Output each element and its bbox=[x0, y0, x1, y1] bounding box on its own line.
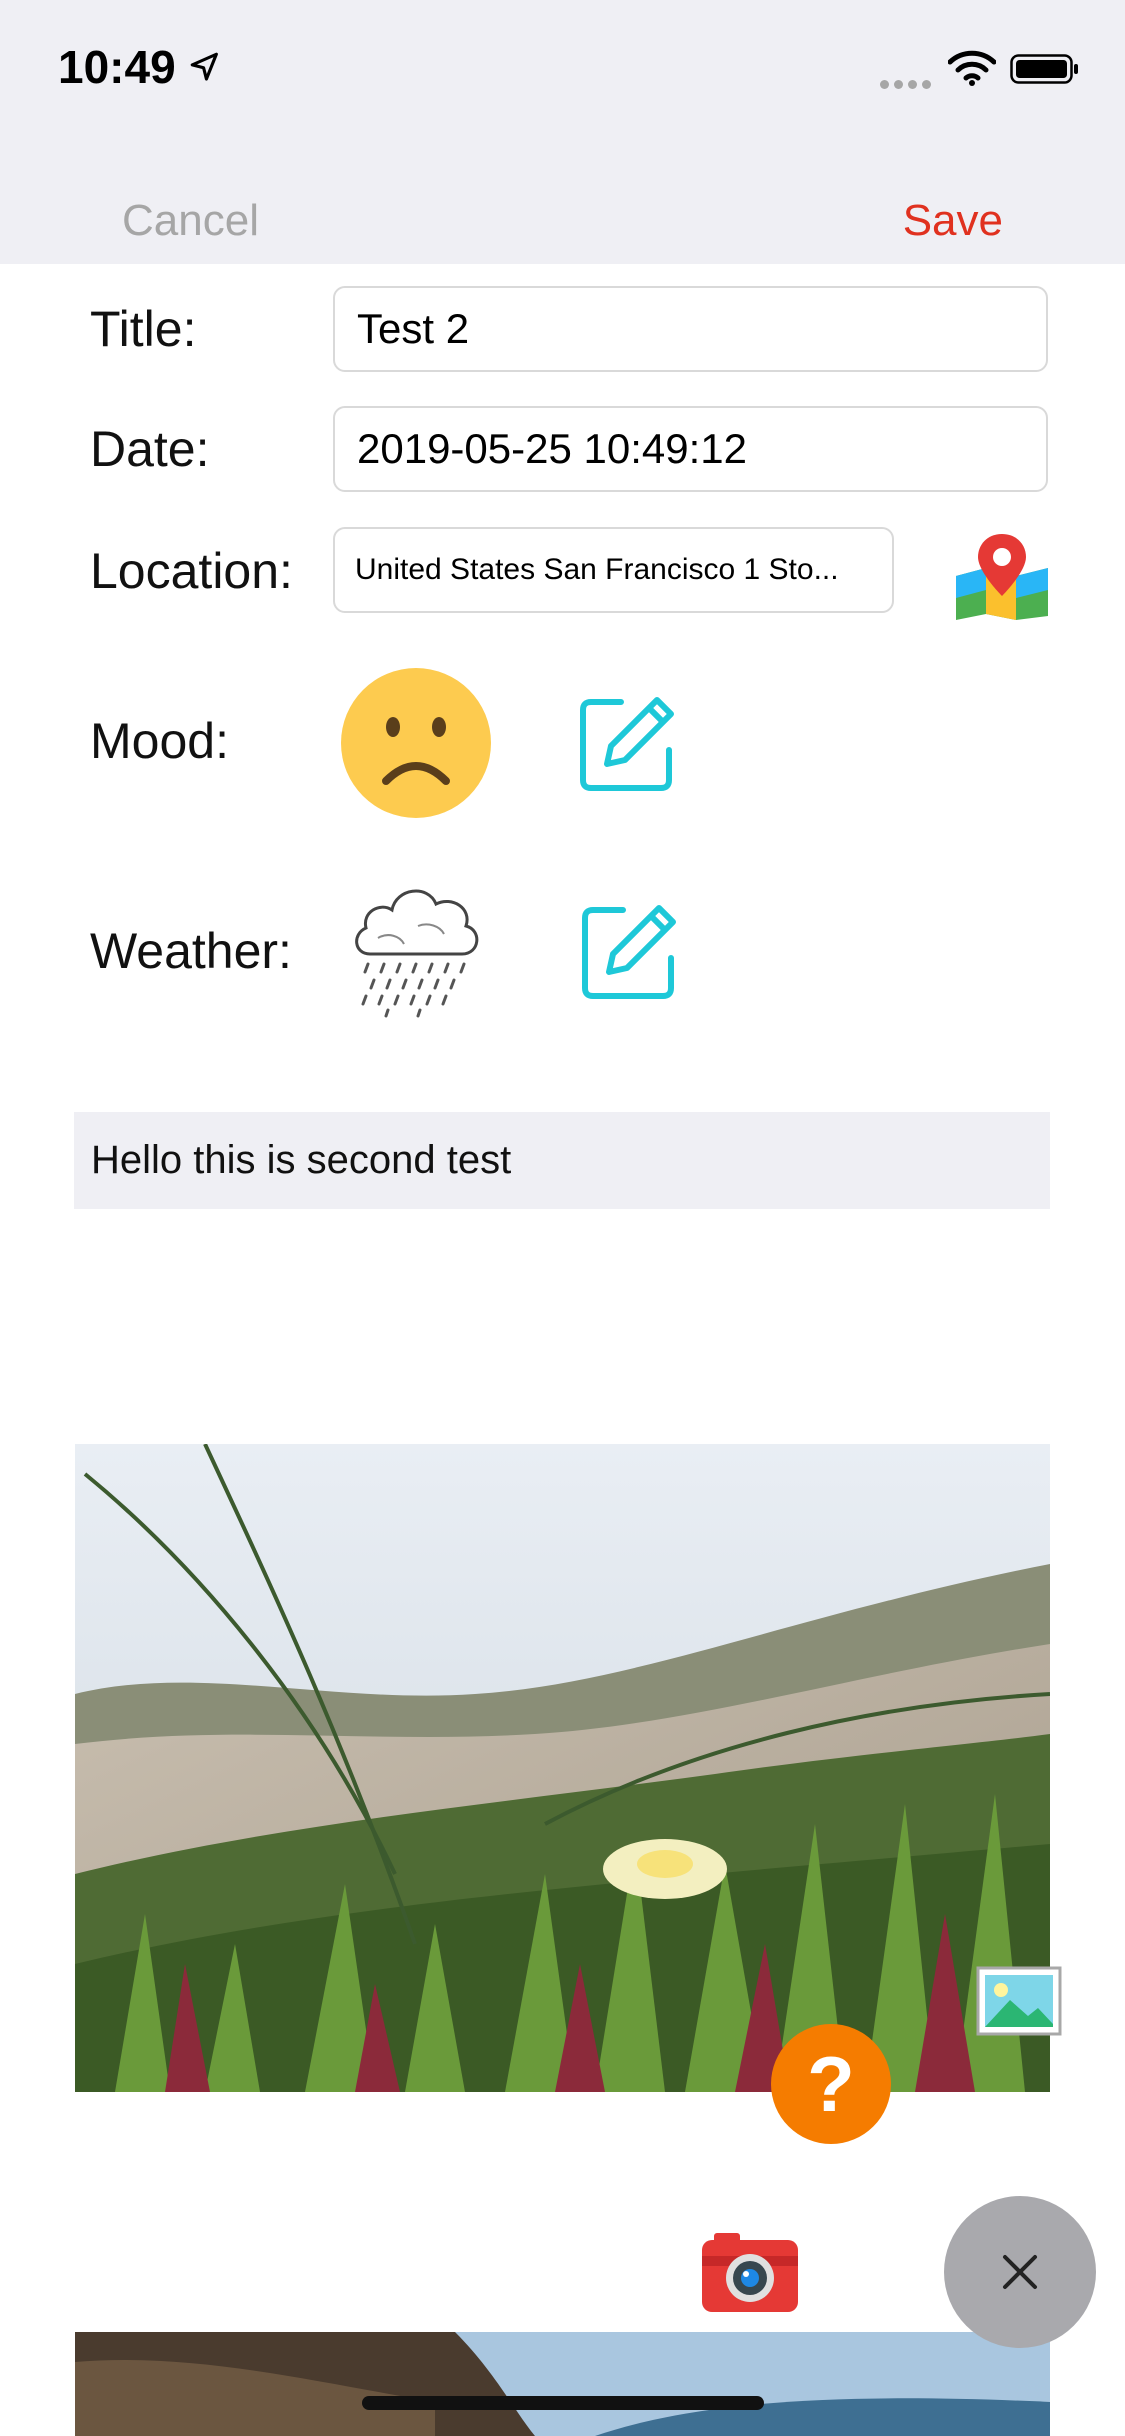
date-label: Date: bbox=[90, 421, 210, 477]
camera-icon[interactable] bbox=[700, 2230, 800, 2314]
note-text-area[interactable]: Hello this is second test bbox=[74, 1112, 1050, 1209]
close-icon bbox=[1003, 2255, 1037, 2289]
location-arrow-icon bbox=[190, 52, 218, 81]
title-input[interactable]: Test 2 bbox=[333, 286, 1048, 372]
save-button[interactable]: Save bbox=[903, 196, 1003, 246]
map-pin-icon[interactable] bbox=[952, 528, 1052, 620]
rain-cloud-icon bbox=[355, 889, 479, 1018]
attached-photo-2[interactable] bbox=[75, 2332, 1050, 2436]
home-indicator bbox=[362, 2396, 764, 2410]
attached-photo[interactable] bbox=[75, 1444, 1050, 2092]
date-field[interactable]: 2019-05-25 10:49:12 bbox=[333, 406, 1048, 492]
signal-icon bbox=[880, 76, 936, 94]
help-button[interactable]: ? bbox=[771, 2024, 891, 2144]
title-label: Title: bbox=[90, 301, 197, 357]
edit-weather-button[interactable] bbox=[581, 902, 681, 1002]
location-field[interactable]: United States San Francisco 1 Sto... bbox=[333, 527, 894, 613]
status-bar: 10:49 bbox=[0, 0, 1125, 140]
weather-label: Weather: bbox=[90, 923, 292, 979]
wifi-icon bbox=[948, 50, 996, 86]
status-time: 10:49 bbox=[58, 41, 176, 93]
battery-icon bbox=[1010, 54, 1078, 84]
mood-label: Mood: bbox=[90, 713, 229, 769]
close-button[interactable] bbox=[944, 2196, 1096, 2348]
cancel-button[interactable]: Cancel bbox=[122, 196, 259, 246]
location-label: Location: bbox=[90, 543, 293, 599]
question-icon: ? bbox=[807, 2040, 855, 2128]
nav-bar: Cancel Save bbox=[0, 140, 1125, 264]
picture-icon[interactable] bbox=[976, 1966, 1062, 2036]
sad-face-icon bbox=[341, 668, 491, 818]
edit-mood-button[interactable] bbox=[579, 694, 679, 794]
